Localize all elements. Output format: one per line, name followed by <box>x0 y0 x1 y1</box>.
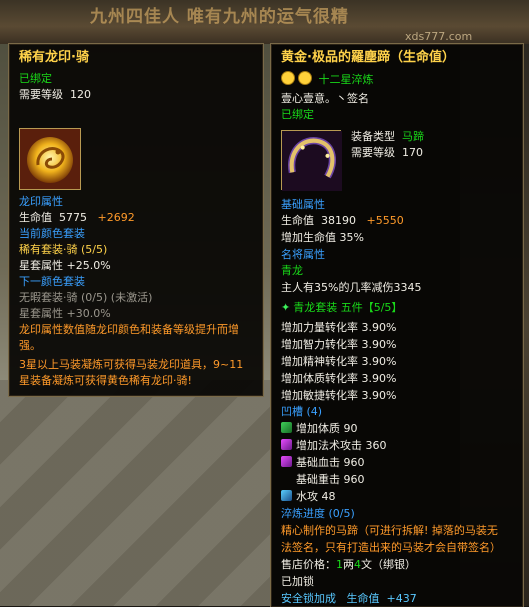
blue-gem-icon <box>281 490 292 501</box>
slots-label: 凹槽 (4) <box>281 405 323 418</box>
green-gem-icon <box>281 422 292 433</box>
section-dragon-attr: 龙印属性 <box>19 195 63 208</box>
dragon-seal-tooltip: 稀有龙印·骑 已绑定 需要等级 120 龙印属性 生命值 5775 +2692 … <box>8 43 264 397</box>
current-set: 稀有套装·骑 (5/5) <box>19 243 108 256</box>
desc-line-2a: 3星以上马装凝炼可获得马装龙印道具，9~11 <box>19 358 244 371</box>
required-level: 需要等级 170 <box>351 146 423 159</box>
gem-line: 增加法术攻击 360 <box>281 438 387 453</box>
purple-gem-icon <box>281 456 292 467</box>
section-base: 基础属性 <box>281 198 325 211</box>
set-line-3: 增加精神转化率 3.90% <box>281 355 397 368</box>
lock-status: 已加锁 <box>281 575 314 588</box>
next-set: 无暇套装·骑 (0/5) (未激活) <box>19 291 153 304</box>
required-level: 需要等级 120 <box>19 88 91 101</box>
hp-line: 生命值 38190 +5550 <box>281 214 404 227</box>
horseshoe-icon[interactable] <box>281 130 342 191</box>
refine-progress: 淬炼进度 (0/5) <box>281 507 355 520</box>
dragon-seal-icon[interactable] <box>19 128 81 190</box>
section-name-attr: 名将属性 <box>281 248 325 261</box>
name-attr-desc: 主人有35%的几率减伤3345 <box>281 281 422 294</box>
smiley-icon <box>298 71 312 85</box>
owner-signature: 壹心壹意。丶签名 <box>281 92 369 105</box>
gem-line: 基础重击 960 <box>296 473 365 486</box>
bound-status: 已绑定 <box>281 108 314 121</box>
purple-gem-icon <box>281 439 292 450</box>
gem-line: 水攻 48 <box>281 489 336 504</box>
smiley-icon <box>281 71 295 85</box>
horseshoe-tooltip: 黄金·极品的羅塵蹄（生命值） 十二星淬炼 壹心壹意。丶签名 已绑定 装备类型 马… <box>270 43 524 607</box>
set-line-1: 增加力量转化率 3.90% <box>281 321 397 334</box>
item-title: 黄金·极品的羅塵蹄（生命值） <box>281 50 455 65</box>
set-line-2: 增加智力转化率 3.90% <box>281 338 397 351</box>
set-star-icon: ✦ <box>281 301 291 314</box>
hp-percent-line: 增加生命值 35% <box>281 231 364 244</box>
watermark: xds777.com <box>405 30 473 43</box>
set-name: ✦ 青龙套装 五件【5/5】 <box>281 301 403 314</box>
item-title: 稀有龙印·骑 <box>19 50 89 65</box>
desc-line-2b: 星装备凝炼可获得黄色稀有龙印·骑! <box>19 374 192 387</box>
name-attr: 青龙 <box>281 264 303 277</box>
desc-line-a: 精心制作的马蹄（可进行拆解! 掉落的马装无 <box>281 524 498 537</box>
gem-line: 基础血击 960 <box>281 455 365 470</box>
desc-line-b: 法签名，只有打造出来的马装才会自带签名） <box>281 541 501 554</box>
sell-price: 售店价格：1两4文（绑银） <box>281 558 416 571</box>
hp-line: 生命值 5775 +2692 <box>19 211 135 224</box>
section-next-color: 下一颜色套装 <box>19 275 85 288</box>
set-attr-line: 星套属性 +25.0% <box>19 259 111 272</box>
scene-floor <box>0 380 270 606</box>
set-line-4: 增加体质转化率 3.90% <box>281 372 397 385</box>
gem-line: 增加体质 90 <box>281 421 358 436</box>
desc-line-1a: 龙印属性数值随龙印颜色和装备等级提升而增 <box>19 323 239 336</box>
section-current-color: 当前颜色套装 <box>19 227 85 240</box>
refine-stars: 十二星淬炼 <box>281 71 374 87</box>
safety-lock-bonus: 安全锁加成 生命值 +437 <box>281 592 417 605</box>
banner-text: 九州四佳人 唯有九州的运气很精 <box>90 7 349 27</box>
next-set-attr-line: 星套属性 +30.0% <box>19 307 111 320</box>
set-line-5: 增加敏捷转化率 3.90% <box>281 389 397 402</box>
desc-line-1b: 强。 <box>19 339 41 352</box>
bound-status: 已绑定 <box>19 72 52 85</box>
equip-type-line: 装备类型 马蹄 <box>351 130 424 143</box>
